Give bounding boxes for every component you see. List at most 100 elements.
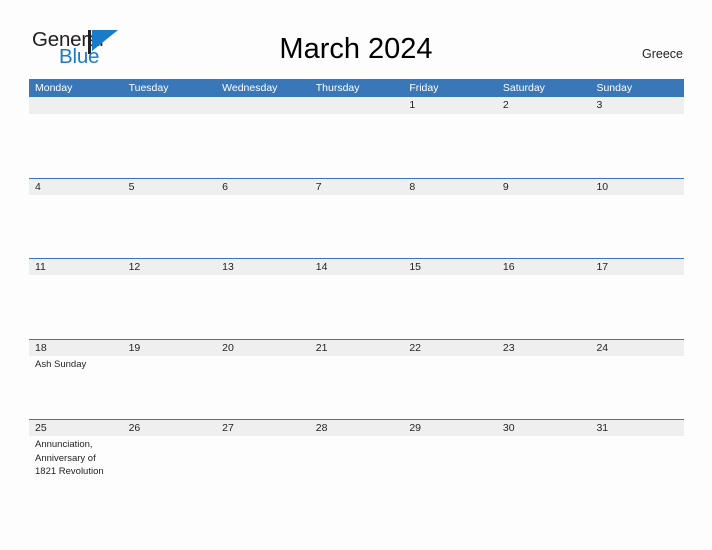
- day-cell-1[interactable]: [403, 114, 497, 177]
- day-cell-31[interactable]: [590, 436, 684, 499]
- day-cell-3[interactable]: [590, 114, 684, 177]
- day-number-16[interactable]: 16: [497, 259, 591, 275]
- day-number-31[interactable]: 31: [590, 420, 684, 436]
- day-number-29[interactable]: 29: [403, 420, 497, 436]
- day-number-27[interactable]: 27: [216, 420, 310, 436]
- day-cell-5[interactable]: [123, 195, 217, 258]
- week-day-number-band: 18 19 20 21 22 23 24: [29, 338, 684, 356]
- holiday-label: Annunciation, Anniversary of 1821 Revolu…: [35, 439, 104, 478]
- calendar-week-row: 123: [29, 97, 684, 178]
- week-event-band: Annunciation, Anniversary of 1821 Revolu…: [29, 436, 684, 499]
- day-cell-15[interactable]: [403, 275, 497, 338]
- day-number-7[interactable]: 7: [310, 179, 404, 195]
- day-cell-empty: [310, 114, 404, 177]
- calendar-grid: Monday Tuesday Wednesday Thursday Friday Satu…: [29, 79, 684, 500]
- day-cell-19[interactable]: [123, 356, 217, 419]
- day-cell-28[interactable]: [310, 436, 404, 499]
- week-event-band: Ash Sunday: [29, 356, 684, 419]
- week-event-band: [29, 195, 684, 258]
- day-number-3[interactable]: 3: [590, 97, 684, 114]
- week-day-number-band: 25 26 27 28 29 30 31: [29, 419, 684, 436]
- day-cell-25[interactable]: Annunciation, Anniversary of 1821 Revolu…: [29, 436, 123, 499]
- day-number-15[interactable]: 15: [403, 259, 497, 275]
- day-cell-17[interactable]: [590, 275, 684, 338]
- day-cell-30[interactable]: [497, 436, 591, 499]
- day-cell-empty: [123, 114, 217, 177]
- day-number-13[interactable]: 13: [216, 259, 310, 275]
- region-label: Greece: [642, 47, 683, 61]
- calendar-week-row: 4 5 6 7 8 9 10: [29, 177, 684, 259]
- day-number-19[interactable]: 19: [123, 340, 217, 356]
- day-number-4[interactable]: 4: [29, 179, 123, 195]
- calendar-week-row: 25 26 27 28 29 30 31 Annunciation, Anniversary …: [29, 419, 684, 500]
- day-number-23[interactable]: 23: [497, 340, 591, 356]
- day-cell-26[interactable]: [123, 436, 217, 499]
- weekday-header-friday: Friday: [409, 82, 439, 94]
- day-number-8[interactable]: 8: [403, 179, 497, 195]
- calendar-weeks: 1 2 3 4 5 6 7 8 9 10 11 12 13 14 15 16 17 18 19 20 21 22 23 24 A…: [29, 97, 684, 500]
- weekday-header-saturday: Saturday: [502, 82, 545, 94]
- day-cell-14[interactable]: [310, 275, 404, 338]
- day-cell-empty: [216, 114, 310, 177]
- day-number-18[interactable]: 18: [29, 340, 123, 356]
- day-number-1[interactable]: 1: [403, 97, 497, 114]
- day-number-9[interactable]: 9: [497, 179, 591, 195]
- day-number-21[interactable]: 21: [310, 340, 404, 356]
- day-number-6[interactable]: 6: [216, 179, 310, 195]
- day-cell-7[interactable]: [310, 195, 404, 258]
- day-number-20[interactable]: 20: [216, 340, 310, 356]
- calendar-week-row: 18 19 20 21 22 23 24 Ash Sunday: [29, 338, 684, 420]
- day-cell-11[interactable]: [29, 275, 123, 338]
- weekday-header-tuesday: Tuesday: [128, 82, 169, 94]
- day-cell-23[interactable]: [497, 356, 591, 419]
- day-number-5[interactable]: 5: [123, 179, 217, 195]
- calendar-week-row: 11 12 13 14 15 16 17: [29, 258, 684, 339]
- weekday-header-monday: Monday: [35, 82, 73, 94]
- week-day-number-band: 4 5 6 7 8 9 10: [29, 177, 684, 195]
- day-number-17[interactable]: 17: [590, 259, 684, 275]
- day-cell-22[interactable]: [403, 356, 497, 419]
- day-number-26[interactable]: 26: [123, 420, 217, 436]
- day-cell-18[interactable]: Ash Sunday: [29, 356, 123, 419]
- holiday-label: Ash Sunday: [35, 358, 87, 370]
- day-cell-8[interactable]: [403, 195, 497, 258]
- week-event-band: [29, 275, 684, 338]
- page-title: March 2024: [279, 33, 433, 65]
- week-day-number-band: 123: [29, 97, 684, 114]
- week-day-number-band: 11 12 13 14 15 16 17: [29, 258, 684, 275]
- day-cell-10[interactable]: [590, 195, 684, 258]
- day-number-30[interactable]: 30: [497, 420, 591, 436]
- day-cell-empty: [29, 114, 123, 177]
- day-number-24[interactable]: 24: [590, 340, 684, 356]
- day-cell-20[interactable]: [216, 356, 310, 419]
- weekday-header-wednesday: Wednesday: [222, 82, 278, 94]
- day-cell-13[interactable]: [216, 275, 310, 338]
- day-number-2[interactable]: 2: [497, 97, 591, 114]
- page-header: General Blue March 2024 Greece: [0, 0, 712, 78]
- day-cell-16[interactable]: [497, 275, 591, 338]
- weekday-header-row: Monday Tuesday Wednesday Thursday Friday Satu…: [29, 79, 684, 97]
- day-number-empty: [29, 97, 123, 114]
- day-cell-24[interactable]: [590, 356, 684, 419]
- day-number-22[interactable]: 22: [403, 340, 497, 356]
- day-number-12[interactable]: 12: [123, 259, 217, 275]
- day-cell-2[interactable]: [497, 114, 591, 177]
- day-number-empty: [123, 97, 217, 114]
- day-number-28[interactable]: 28: [310, 420, 404, 436]
- day-cell-27[interactable]: [216, 436, 310, 499]
- day-cell-9[interactable]: [497, 195, 591, 258]
- day-number-empty: [310, 97, 404, 114]
- day-cell-6[interactable]: [216, 195, 310, 258]
- day-cell-4[interactable]: [29, 195, 123, 258]
- day-number-10[interactable]: 10: [590, 179, 684, 195]
- day-number-empty: [216, 97, 310, 114]
- weekday-header-thursday: Thursday: [315, 82, 360, 94]
- day-cell-29[interactable]: [403, 436, 497, 499]
- week-event-band: [29, 114, 684, 177]
- calendar-page: General Blue March 2024 Greece Monday Tue…: [0, 0, 712, 550]
- day-number-25[interactable]: 25: [29, 420, 123, 436]
- day-number-14[interactable]: 14: [310, 259, 404, 275]
- day-number-11[interactable]: 11: [29, 259, 123, 275]
- day-cell-12[interactable]: [123, 275, 217, 338]
- day-cell-21[interactable]: [310, 356, 404, 419]
